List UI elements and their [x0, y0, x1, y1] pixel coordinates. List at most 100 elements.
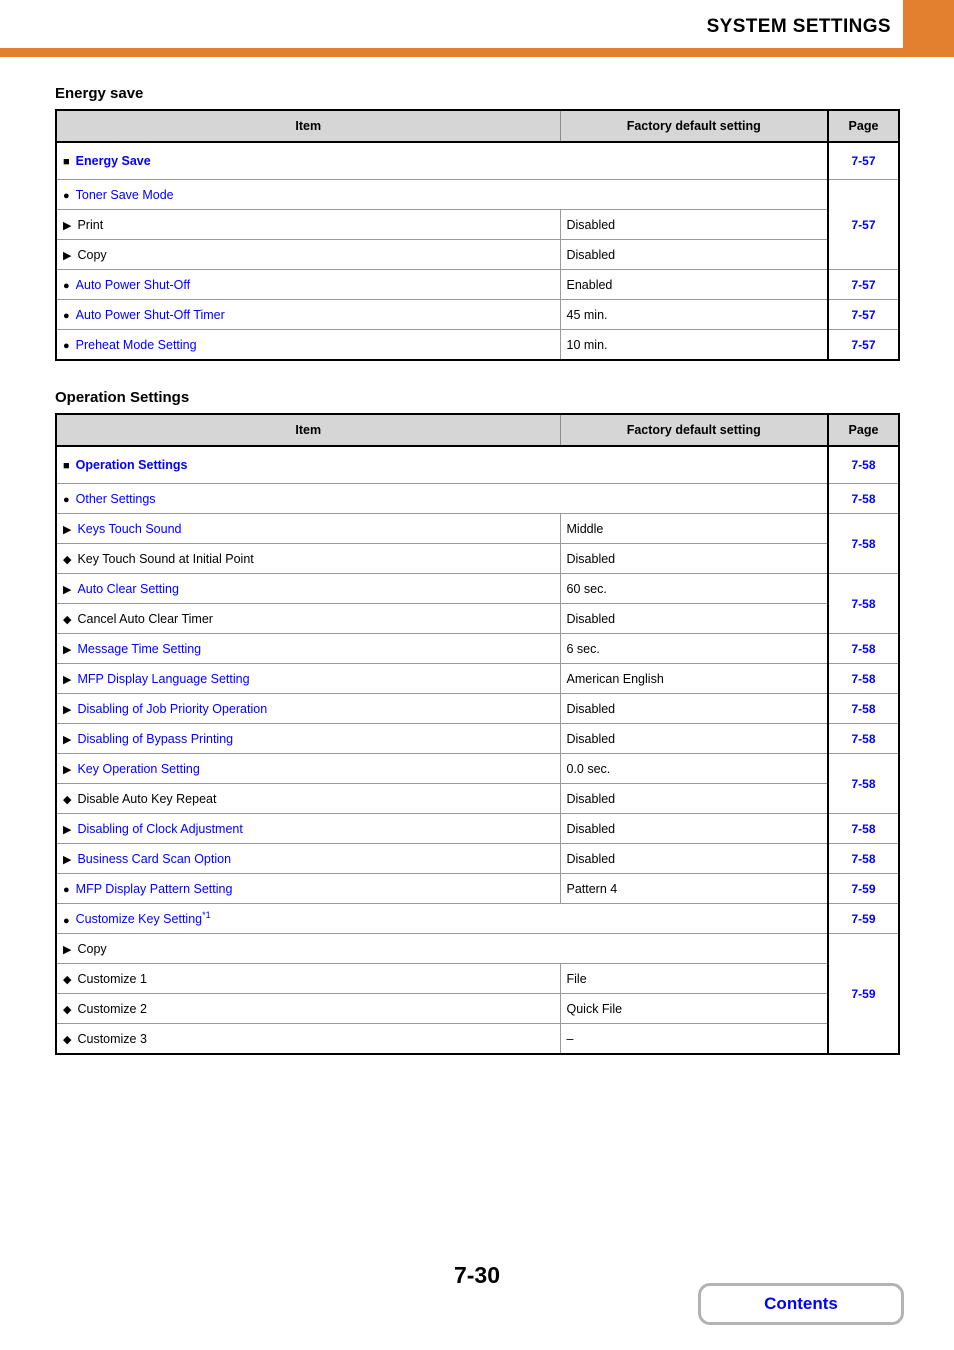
- contents-button-label: Contents: [764, 1294, 838, 1313]
- factory-default-cell: Disabled: [559, 543, 829, 574]
- circle-bullet-icon: ●: [63, 883, 70, 896]
- contents-button[interactable]: Contents: [698, 1283, 904, 1325]
- table-header-row: Item Factory default setting Page: [55, 109, 900, 143]
- page-reference-link[interactable]: 7-58: [827, 813, 900, 844]
- item-label[interactable]: Toner Save Mode: [76, 188, 174, 202]
- page-reference-link[interactable]: 7-57: [827, 141, 900, 180]
- circle-bullet-icon: ●: [63, 914, 70, 927]
- item-cell: ● MFP Display Pattern Setting: [55, 873, 561, 904]
- factory-default-cell: Disabled: [559, 723, 829, 754]
- table-row: ● MFP Display Pattern Setting Pattern 4 7-5…: [55, 873, 900, 904]
- item-label[interactable]: Other Settings: [76, 492, 156, 506]
- item-label[interactable]: Business Card Scan Option: [77, 852, 231, 866]
- settings-table: Item Factory default setting Page ■ Energy S…: [55, 109, 900, 361]
- triangle-bullet-icon: ▶: [63, 943, 72, 956]
- triangle-bullet-icon: ▶: [63, 763, 72, 776]
- item-label: Customize 2: [77, 1001, 147, 1016]
- item-cell: ▶ Auto Clear Setting: [55, 573, 561, 604]
- table-row: ▶ Key Operation Setting 0.0 sec. 7-58: [55, 753, 900, 814]
- item-label[interactable]: Key Operation Setting: [77, 762, 199, 776]
- item-label[interactable]: Disabling of Job Priority Operation: [77, 702, 267, 716]
- item-cell: ◆ Customize 2: [55, 993, 561, 1024]
- item-label: Cancel Auto Clear Timer: [77, 611, 213, 626]
- page-header: SYSTEM SETTINGS: [0, 0, 954, 57]
- item-label[interactable]: Keys Touch Sound: [77, 522, 181, 536]
- factory-default-cell: Disabled: [559, 843, 829, 874]
- page-reference-link[interactable]: 7-58: [827, 843, 900, 874]
- item-label[interactable]: Disabling of Bypass Printing: [77, 732, 233, 746]
- page-reference-link[interactable]: 7-58: [827, 723, 900, 754]
- item-label[interactable]: Auto Power Shut-Off: [76, 278, 190, 292]
- header-accent-block: [903, 0, 954, 48]
- page-reference-link[interactable]: 7-58: [827, 753, 900, 814]
- diamond-bullet-icon: ◆: [63, 973, 72, 986]
- page-reference-link[interactable]: 7-58: [827, 663, 900, 694]
- factory-default-cell: Middle: [559, 513, 829, 544]
- item-label[interactable]: Message Time Setting: [77, 642, 201, 656]
- page-reference-link[interactable]: 7-58: [827, 483, 900, 514]
- item-cell: ◆ Customize 1: [55, 963, 561, 994]
- item-label[interactable]: MFP Display Language Setting: [77, 672, 249, 686]
- page-reference-link[interactable]: 7-57: [827, 329, 900, 361]
- table-row: ● Toner Save Mode 7-57: [55, 179, 900, 270]
- page-reference-link[interactable]: 7-59: [827, 873, 900, 904]
- page-title: SYSTEM SETTINGS: [706, 16, 891, 37]
- diamond-bullet-icon: ◆: [63, 553, 72, 566]
- item-cell: ◆ Key Touch Sound at Initial Point: [55, 543, 561, 574]
- settings-table: Item Factory default setting Page ■ Operatio…: [55, 413, 900, 1055]
- page-reference-link[interactable]: 7-58: [827, 633, 900, 664]
- item-cell: ● Preheat Mode Setting: [55, 329, 561, 361]
- triangle-bullet-icon: ▶: [63, 583, 72, 596]
- table-row: ■ Energy Save 7-57: [55, 141, 900, 180]
- item-cell: ▶ Disabling of Job Priority Operation: [55, 693, 561, 724]
- item-cell: ▶ Message Time Setting: [55, 633, 561, 664]
- item-label[interactable]: MFP Display Pattern Setting: [76, 882, 233, 896]
- table-row: ● Preheat Mode Setting 10 min. 7-57: [55, 329, 900, 361]
- factory-default-cell: 60 sec.: [559, 573, 829, 604]
- table-row: ▶ MFP Display Language Setting American En…: [55, 663, 900, 694]
- table-row: ◆ Cancel Auto Clear Timer Disabled: [55, 603, 899, 634]
- item-cell: ▶ Print: [55, 209, 561, 240]
- factory-default-cell: Pattern 4: [559, 873, 829, 904]
- item-label: Disable Auto Key Repeat: [77, 791, 217, 806]
- column-header-item: Item: [55, 413, 561, 447]
- document-content: Energy save Item Factory default setting Pa…: [55, 85, 900, 1055]
- diamond-bullet-icon: ◆: [63, 1033, 72, 1046]
- page-reference-link[interactable]: 7-59: [827, 933, 900, 1055]
- page-reference-link[interactable]: 7-59: [827, 903, 900, 934]
- table-row: ▶ Disabling of Bypass Printing Disabled 7-5…: [55, 723, 900, 754]
- triangle-bullet-icon: ▶: [63, 703, 72, 716]
- item-cell: ◆ Cancel Auto Clear Timer: [55, 603, 561, 634]
- factory-default-cell: Disabled: [559, 603, 829, 634]
- page-reference-link[interactable]: 7-57: [827, 299, 900, 330]
- table-row: ▶ Message Time Setting 6 sec. 7-58: [55, 633, 900, 664]
- item-cell: ■ Operation Settings: [55, 445, 829, 484]
- factory-default-cell: American English: [559, 663, 829, 694]
- table-row: ▶ Copy Disabled: [55, 239, 899, 270]
- factory-default-cell: Disabled: [559, 693, 829, 724]
- page-reference-link[interactable]: 7-58: [827, 445, 900, 484]
- table-row: ◆ Disable Auto Key Repeat Disabled: [55, 783, 899, 814]
- page-reference-link[interactable]: 7-58: [827, 693, 900, 724]
- triangle-bullet-icon: ▶: [63, 219, 72, 232]
- page-reference-link[interactable]: 7-57: [827, 179, 900, 270]
- diamond-bullet-icon: ◆: [63, 793, 72, 806]
- page-reference-link[interactable]: 7-57: [827, 269, 900, 300]
- item-label[interactable]: Customize Key Setting: [76, 913, 202, 927]
- item-label[interactable]: Disabling of Clock Adjustment: [77, 822, 242, 836]
- page-reference-link[interactable]: 7-58: [827, 573, 900, 634]
- item-label[interactable]: Operation Settings: [76, 458, 188, 472]
- item-label[interactable]: Preheat Mode Setting: [76, 338, 197, 352]
- item-label[interactable]: Auto Power Shut-Off Timer: [76, 308, 225, 322]
- item-label[interactable]: Energy Save: [76, 154, 151, 168]
- item-cell: ◆ Customize 3: [55, 1023, 561, 1055]
- page-reference-link[interactable]: 7-58: [827, 513, 900, 574]
- table-row: ▶ Auto Clear Setting 60 sec. 7-58: [55, 573, 900, 634]
- column-header-page: Page: [827, 413, 900, 447]
- factory-default-cell: –: [559, 1023, 829, 1055]
- square-bullet-icon: ■: [63, 156, 70, 168]
- item-label[interactable]: Auto Clear Setting: [77, 582, 178, 596]
- item-label: Copy: [77, 247, 107, 262]
- table-row: ▶ Copy 7-59: [55, 933, 900, 1055]
